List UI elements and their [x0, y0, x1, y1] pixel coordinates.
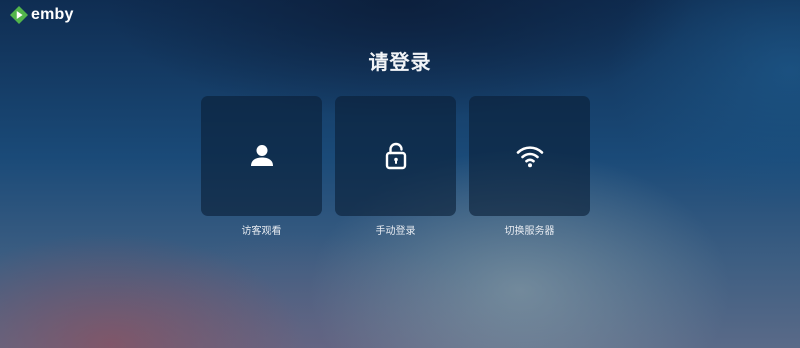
switch-server-option[interactable]: 切换服务器: [469, 96, 590, 237]
switch-server-card[interactable]: [469, 96, 590, 216]
user-icon: [250, 145, 273, 166]
emby-play-logo-icon: [10, 6, 28, 24]
guest-watch-label: 访客观看: [241, 226, 282, 237]
guest-watch-card[interactable]: [201, 96, 322, 216]
emby-logo: emby: [10, 4, 74, 26]
manual-login-label: 手动登录: [375, 226, 416, 237]
page-title: 请登录: [368, 50, 432, 74]
unlock-icon: [385, 142, 406, 170]
manual-login-card[interactable]: [335, 96, 456, 216]
logo-text: emby: [31, 6, 74, 23]
switch-server-label: 切换服务器: [504, 226, 555, 237]
wifi-icon: [516, 146, 543, 168]
login-options: 访客观看 手动登录 切换服务器: [201, 96, 590, 237]
manual-login-option[interactable]: 手动登录: [335, 96, 456, 237]
guest-watch-option[interactable]: 访客观看: [201, 96, 322, 237]
